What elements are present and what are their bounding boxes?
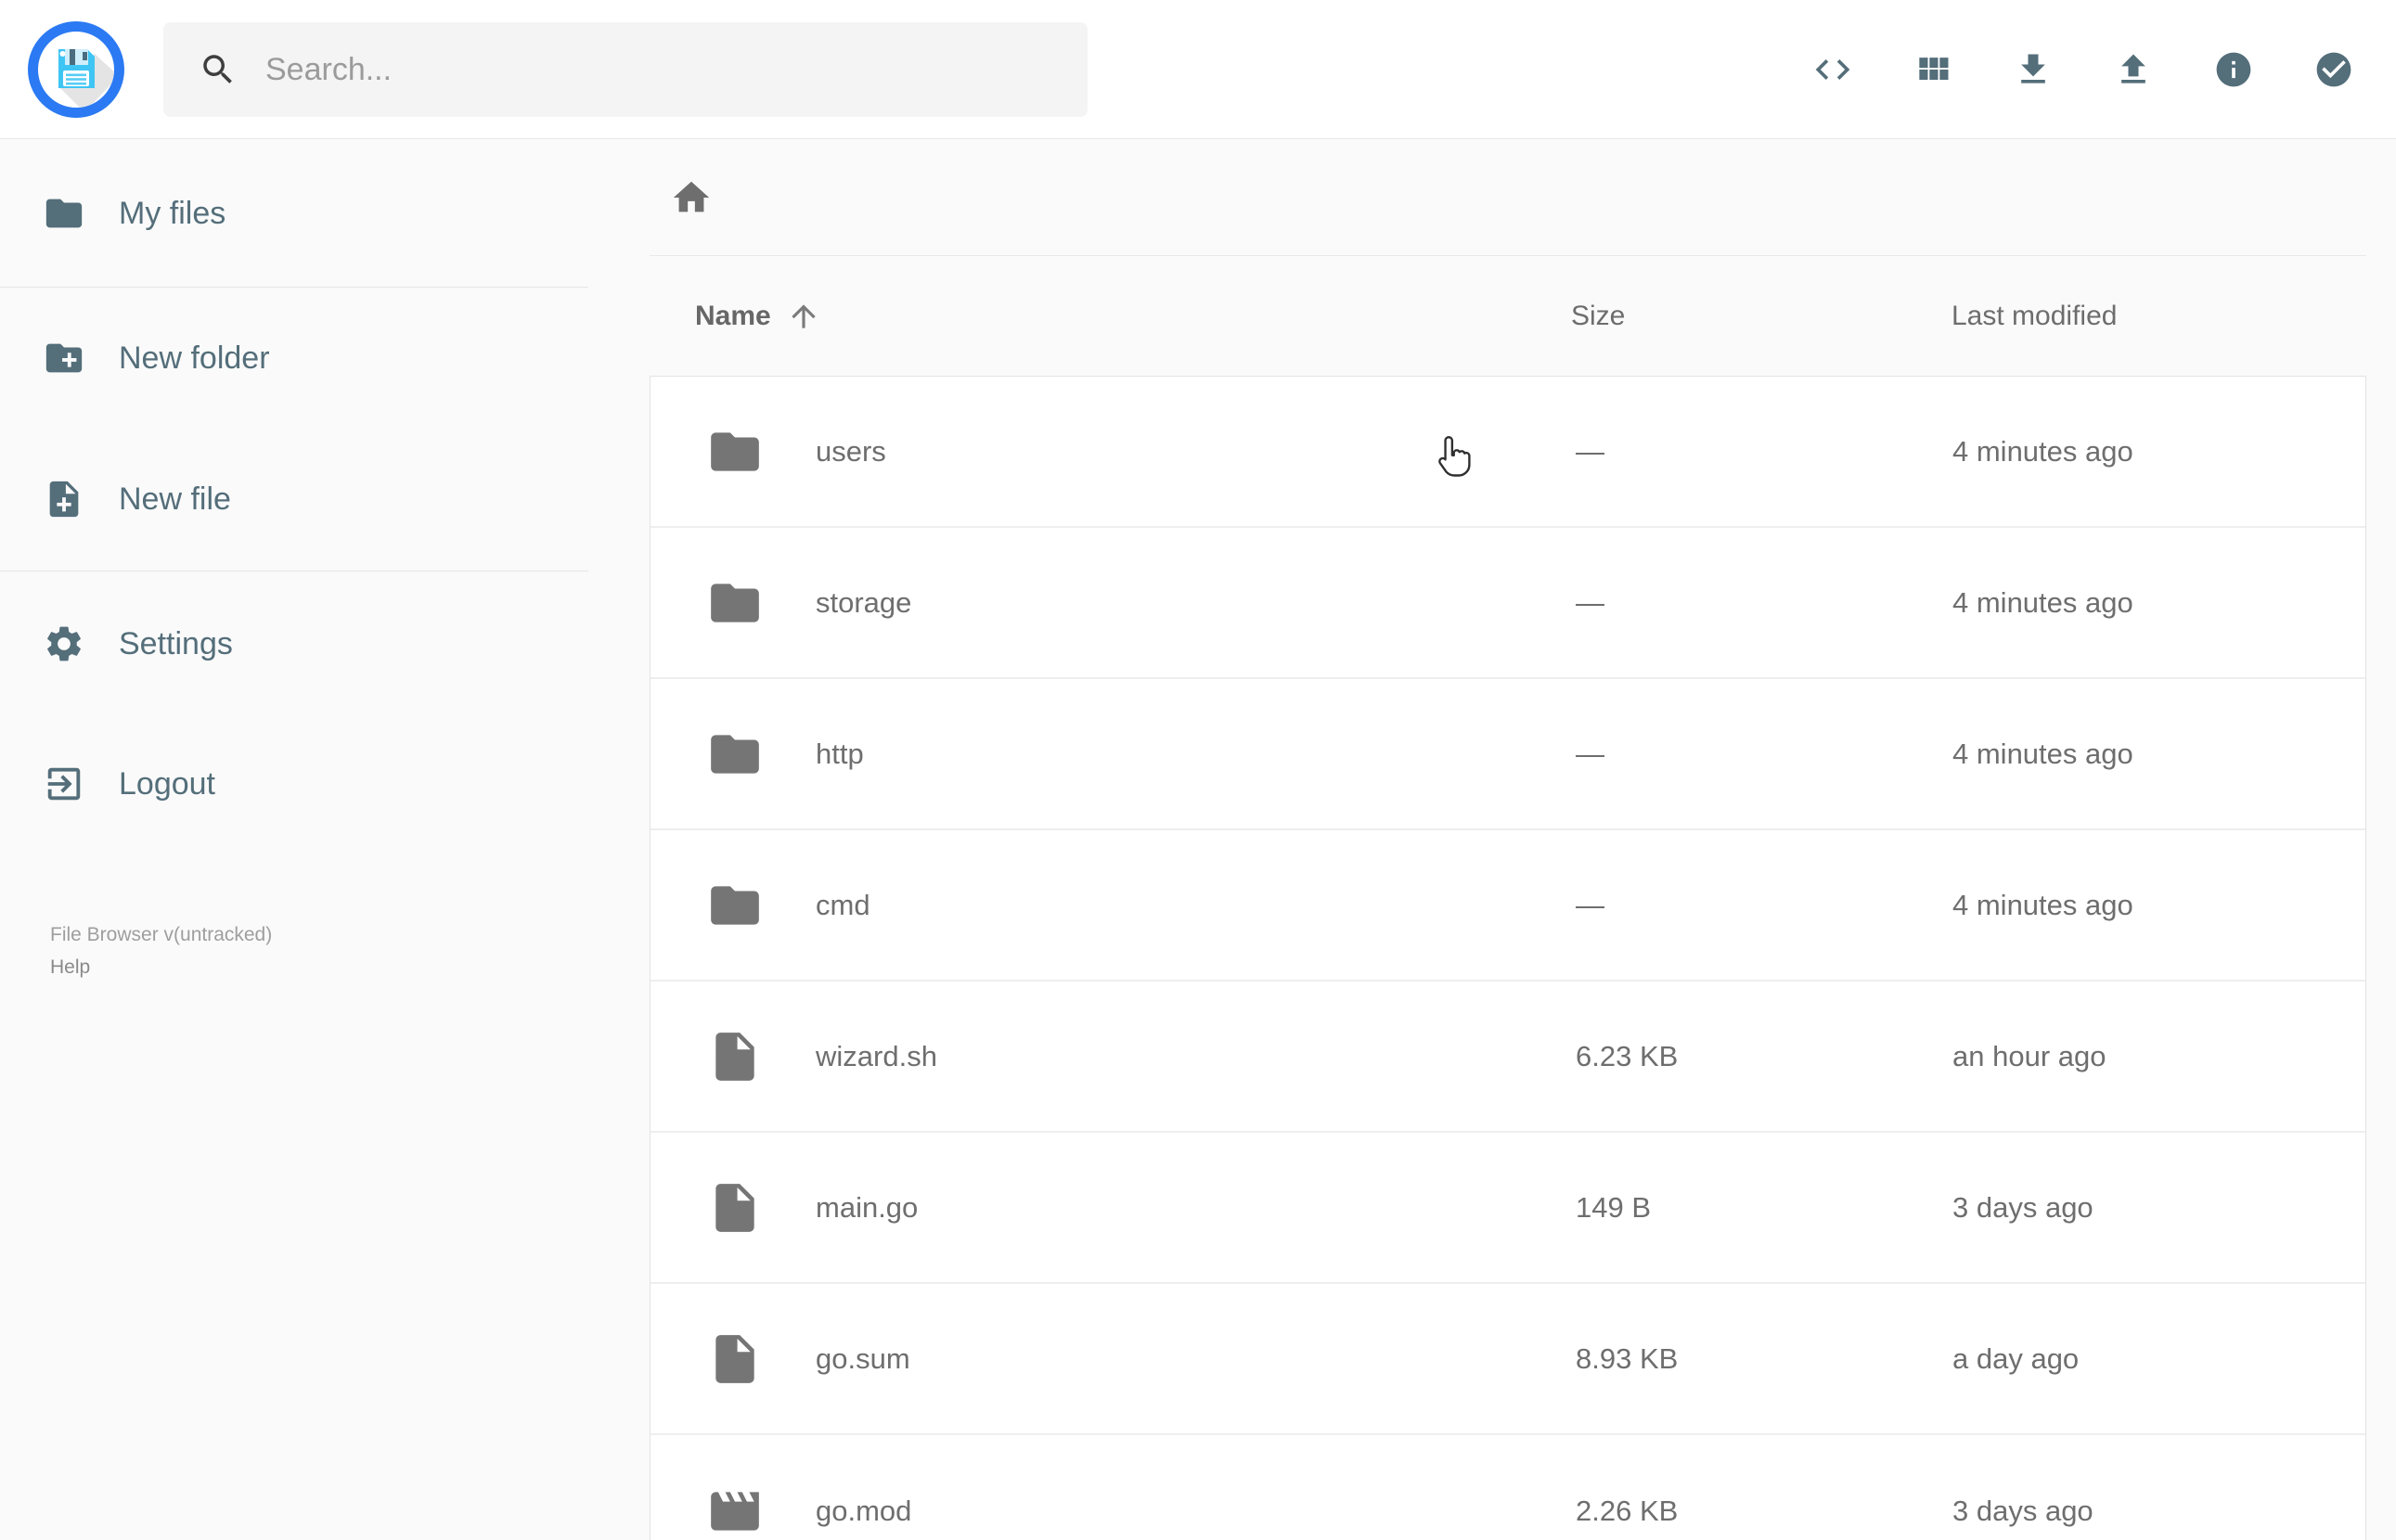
file-name: cmd [816,888,870,921]
search-icon [199,50,238,89]
file-size: 2.26 KB [1576,1494,1679,1527]
file-size: — [1576,434,1604,468]
table-row[interactable]: storage — 4 minutes ago [651,528,2365,679]
grid-view-button[interactable] [1913,49,1953,90]
file-listing: users — 4 minutes ago storage — 4 minutes ago… [650,376,2366,1540]
sidebar-item-label: Settings [119,625,233,661]
column-header-size[interactable]: Size [1571,301,1952,332]
folder-icon [706,423,764,481]
file-modified: 4 minutes ago [1952,434,2133,468]
file-name: go.mod [816,1494,912,1527]
select-button[interactable] [2313,49,2354,90]
download-button[interactable] [2013,49,2054,90]
code-icon [1812,49,1853,90]
file-modified: 4 minutes ago [1952,585,2133,619]
check-circle-icon [2313,49,2354,90]
folder-icon [706,877,764,934]
file-size: 149 B [1576,1190,1652,1224]
column-header-name[interactable]: Name [650,299,1571,334]
sidebar-item-new-file[interactable]: New file [0,451,588,547]
table-row[interactable]: main.go 149 B 3 days ago [651,1133,2365,1284]
sidebar-item-my-files[interactable]: My files [0,165,588,262]
file-size: 8.93 KB [1576,1341,1679,1375]
logout-icon [43,763,85,805]
download-icon [2013,49,2054,90]
sidebar-item-label: My files [119,195,226,231]
sidebar-item-label: New file [119,481,231,517]
file-modified: 4 minutes ago [1952,737,2133,770]
app-logo[interactable] [28,21,124,118]
sidebar-item-new-folder[interactable]: New folder [0,310,588,406]
header [0,0,2396,139]
file-name: storage [816,585,912,619]
file-name: wizard.sh [816,1039,937,1072]
file-name: go.sum [816,1341,910,1375]
main-content: Name Size Last modified users — 4 minutes … [588,140,2396,1540]
table-row[interactable]: go.sum 8.93 KB a day ago [651,1284,2365,1435]
sidebar: My files New folder New file Settings Lo… [0,140,588,1540]
file-icon [706,1179,764,1237]
file-name: users [816,434,886,468]
folder-icon [43,192,85,235]
upload-button[interactable] [2113,49,2154,90]
grid-icon [1913,49,1953,90]
sidebar-item-settings[interactable]: Settings [0,596,588,692]
breadcrumb [588,140,2396,255]
file-modified: 3 days ago [1952,1494,2093,1527]
file-size: — [1576,585,1604,619]
table-row[interactable]: wizard.sh 6.23 KB an hour ago [651,982,2365,1133]
movie-icon [706,1482,764,1540]
folder-icon [706,725,764,783]
sidebar-item-logout[interactable]: Logout [0,736,588,832]
file-icon [706,1330,764,1388]
file-plus-icon [43,478,85,520]
file-name: http [816,737,864,770]
sort-ascending-icon [786,299,821,334]
file-size: — [1576,888,1604,921]
info-icon [2213,49,2254,90]
info-button[interactable] [2213,49,2254,90]
upload-icon [2113,49,2154,90]
folder-plus-icon [43,337,85,379]
file-size: — [1576,737,1604,770]
home-icon [670,176,713,219]
file-modified: a day ago [1952,1341,2080,1375]
file-name: main.go [816,1190,919,1224]
sidebar-footer: File Browser v(untracked) Help [0,918,588,983]
help-link[interactable]: Help [50,951,588,983]
code-button[interactable] [1812,49,1853,90]
folder-icon [706,574,764,632]
app-version: File Browser v(untracked) [50,924,273,945]
table-row[interactable]: http — 4 minutes ago [651,679,2365,830]
file-modified: an hour ago [1952,1039,2106,1072]
table-row[interactable]: cmd — 4 minutes ago [651,830,2365,982]
sidebar-divider [0,287,588,288]
file-size: 6.23 KB [1576,1039,1679,1072]
table-row[interactable]: go.mod 2.26 KB 3 days ago [651,1435,2365,1540]
table-row[interactable]: users — 4 minutes ago [651,377,2365,528]
sidebar-item-label: Logout [119,765,215,802]
column-header-modified[interactable]: Last modified [1952,301,2366,332]
search-input[interactable] [265,51,1063,88]
search-bar[interactable] [163,22,1088,117]
home-button[interactable] [670,176,713,219]
sidebar-item-label: New folder [119,340,270,376]
header-actions [1812,0,2354,139]
gear-icon [43,622,85,665]
listing-header: Name Size Last modified [650,256,2366,376]
file-icon [706,1028,764,1085]
file-modified: 4 minutes ago [1952,888,2133,921]
file-modified: 3 days ago [1952,1190,2093,1224]
